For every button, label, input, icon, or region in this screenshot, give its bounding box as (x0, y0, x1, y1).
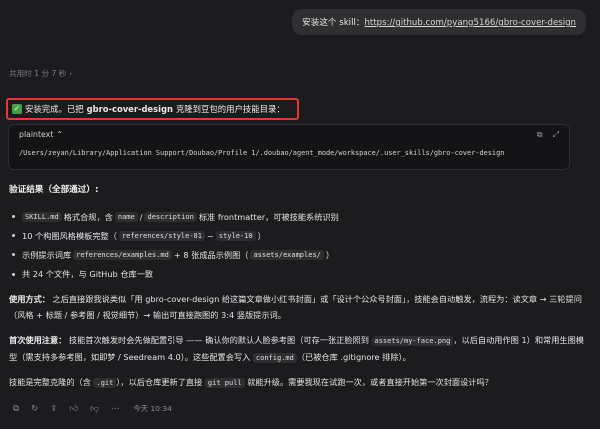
elapsed-time-toggle[interactable]: 共用时 1 分 7 秒 › (9, 68, 72, 79)
more-icon[interactable]: ⋯ (111, 404, 120, 414)
share-icon[interactable]: ⇪ (50, 404, 57, 414)
copy-icon[interactable]: ⧉ (13, 404, 19, 414)
regenerate-icon[interactable]: ↻ (31, 404, 38, 414)
list-text: 共 24 个文件，与 GitHub 仓库一致 (22, 269, 154, 280)
closing-text: 技能是完整克隆的（含 (9, 377, 94, 387)
usage-label: 使用方式： (9, 294, 50, 304)
user-message-prefix: 安装这个 skill： (302, 18, 365, 28)
list-item: SKILL.md 格式合规，含 name / description 标准 fr… (12, 207, 339, 226)
check-icon: ✓ (12, 104, 22, 114)
list-text: 示例提示词库 (22, 249, 72, 260)
list-text: 10 个构图风格模板完整（ (22, 230, 117, 241)
inline-code: references/examples.md (73, 249, 172, 260)
code-lang-toggle[interactable]: plaintext ⌃ (19, 130, 63, 139)
inline-code: name (114, 211, 138, 222)
chevron-up-icon: ⌃ (56, 130, 63, 139)
first-use-text: （已被仓库 .gitignore 排除）。 (296, 351, 411, 362)
verify-title: 验证结果（全部通过）: (9, 185, 99, 195)
list-item: 10 个构图风格模板完整（ references/style-01 ~ styl… (12, 226, 339, 245)
first-use-text: 技能首次触发时会先做配置引导 —— 确认你的默认人脸参考图（可存一张正脸照到 (66, 335, 372, 345)
list-text: + 8 张成品示例图（ (173, 249, 249, 260)
bullet-icon (12, 272, 15, 276)
bullet-icon (12, 215, 15, 219)
message-toolbar: ⧉ ↻ ⇪ 👍︎ 👎︎ ⋯ 今天 10:34 (13, 403, 172, 414)
install-done-highlight: ✓ 安装完成。已把 gbro-cover-design 克隆到豆包的用户技能目录… (6, 98, 299, 120)
code-block-header: plaintext ⌃ ⧉ ⤢ (9, 125, 569, 144)
inline-code: assets/my-face.png (371, 336, 454, 346)
list-item: 共 24 个文件，与 GitHub 仓库一致 (12, 265, 339, 284)
inline-code: .git (93, 378, 117, 388)
thumbs-up-icon[interactable]: 👍︎ (69, 404, 78, 414)
list-item: 示例提示词库 references/examples.md + 8 张成品示例图… (12, 245, 339, 264)
chevron-right-icon: › (69, 69, 73, 78)
message-timestamp: 今天 10:34 (133, 404, 172, 413)
list-text: ） (257, 230, 266, 241)
inline-code: SKILL.md (22, 211, 62, 222)
inline-code: style-10 (215, 230, 256, 241)
list-text: 标准 frontmatter，可被技能系统识别 (198, 211, 339, 222)
usage-text: 之后直接跟我说类似「用 gbro-cover-design 给这篇文章做小红书封… (9, 294, 582, 320)
code-block: plaintext ⌃ ⧉ ⤢ /Users/zeyan/Library/App… (8, 124, 570, 170)
verify-list: SKILL.md 格式合规，含 name / description 标准 fr… (12, 207, 339, 284)
inline-code: description (144, 211, 197, 222)
done-suffix: 克隆到豆包的用户技能目录： (175, 104, 285, 114)
list-text: / (139, 211, 143, 222)
inline-code: assets/examples/ (250, 249, 324, 260)
user-message-bubble: 安装这个 skill：https://github.com/pyang5166/… (292, 9, 586, 35)
inline-code: git pull (204, 378, 245, 388)
closing-text: ），以后仓库更新了直接 (116, 377, 205, 387)
list-text: ~ (206, 230, 214, 241)
code-lang-label: plaintext (19, 130, 54, 139)
thumbs-down-icon[interactable]: 👎︎ (90, 404, 99, 414)
expand-icon[interactable]: ⤢ (553, 130, 559, 140)
repo-link[interactable]: https://github.com/pyang5166/gbro-cover-… (364, 18, 576, 28)
copy-icon[interactable]: ⧉ (537, 130, 543, 140)
skill-name: gbro-cover-design (86, 104, 173, 114)
code-content: /Users/zeyan/Library/Application Support… (19, 149, 505, 157)
bullet-icon (12, 234, 15, 238)
first-use-label: 首次使用注意： (9, 335, 67, 345)
usage-paragraph: 使用方式： 之后直接跟我说类似「用 gbro-cover-design 给这篇文… (9, 292, 584, 323)
inline-code: references/style-01 (118, 230, 205, 241)
first-use-paragraph: 首次使用注意： 技能首次触发时会先做配置引导 —— 确认你的默认人脸参考图（可存… (9, 333, 584, 366)
elapsed-time-text: 共用时 1 分 7 秒 (9, 69, 67, 78)
list-text: ） (325, 249, 335, 260)
inline-code: config.md (252, 352, 297, 363)
done-prefix: 安装完成。已把 (25, 104, 84, 114)
closing-paragraph: 技能是完整克隆的（含 .git ），以后仓库更新了直接 git pull 就能升级… (9, 375, 584, 392)
list-text: 格式合规，含 (63, 211, 113, 222)
bullet-icon (12, 253, 15, 257)
closing-text: 就能升级。需要我现在试跑一次，或者直接开始第一次封面设计吗？ (244, 377, 493, 387)
